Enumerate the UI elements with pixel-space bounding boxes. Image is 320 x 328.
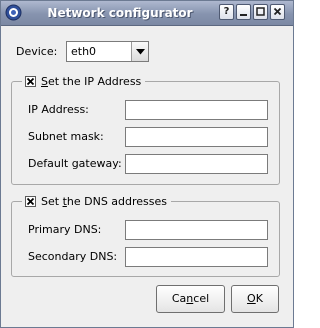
app-icon [5, 4, 22, 21]
network-configurator-dialog: Network configurator ? Device: eth0 Set … [0, 0, 294, 328]
title-bar[interactable]: Network configurator ? [1, 1, 293, 26]
dns-group-title: Set the DNS addresses [41, 194, 168, 208]
chevron-down-icon [135, 49, 145, 55]
minimize-button[interactable] [236, 4, 251, 20]
device-dropdown-button[interactable] [131, 42, 148, 61]
secondary-dns-label: Secondary DNS: [28, 250, 118, 263]
cancel-button[interactable]: Cancel [156, 285, 225, 313]
subnet-mask-input[interactable] [125, 127, 268, 147]
primary-dns-label: Primary DNS: [28, 223, 102, 236]
ok-button[interactable]: OK [231, 285, 279, 313]
dns-checkbox[interactable] [25, 195, 36, 207]
ip-address-input[interactable] [125, 100, 268, 120]
secondary-dns-input[interactable] [125, 247, 268, 267]
default-gateway-input[interactable] [125, 154, 268, 174]
device-select-value: eth0 [71, 45, 97, 58]
maximize-button[interactable] [253, 4, 268, 20]
ip-address-label: IP Address: [28, 103, 89, 116]
maximize-icon [256, 7, 265, 16]
primary-dns-input[interactable] [125, 220, 268, 240]
ip-group-legend[interactable]: Set the IP Address [22, 74, 146, 88]
dns-group-legend[interactable]: Set the DNS addresses [22, 194, 172, 208]
default-gateway-label: Default gateway: [28, 157, 122, 170]
help-button[interactable]: ? [219, 4, 234, 20]
check-icon [26, 197, 35, 205]
check-icon [26, 77, 35, 85]
close-icon [273, 7, 282, 16]
ip-checkbox[interactable] [25, 75, 36, 87]
device-select[interactable]: eth0 [66, 41, 149, 62]
subnet-mask-label: Subnet mask: [28, 130, 104, 143]
ip-group-title: Set the IP Address [41, 74, 142, 88]
minimize-icon [240, 14, 247, 16]
device-label: Device: [16, 45, 58, 58]
close-button[interactable] [270, 4, 285, 20]
window-title: Network configurator [47, 6, 193, 20]
